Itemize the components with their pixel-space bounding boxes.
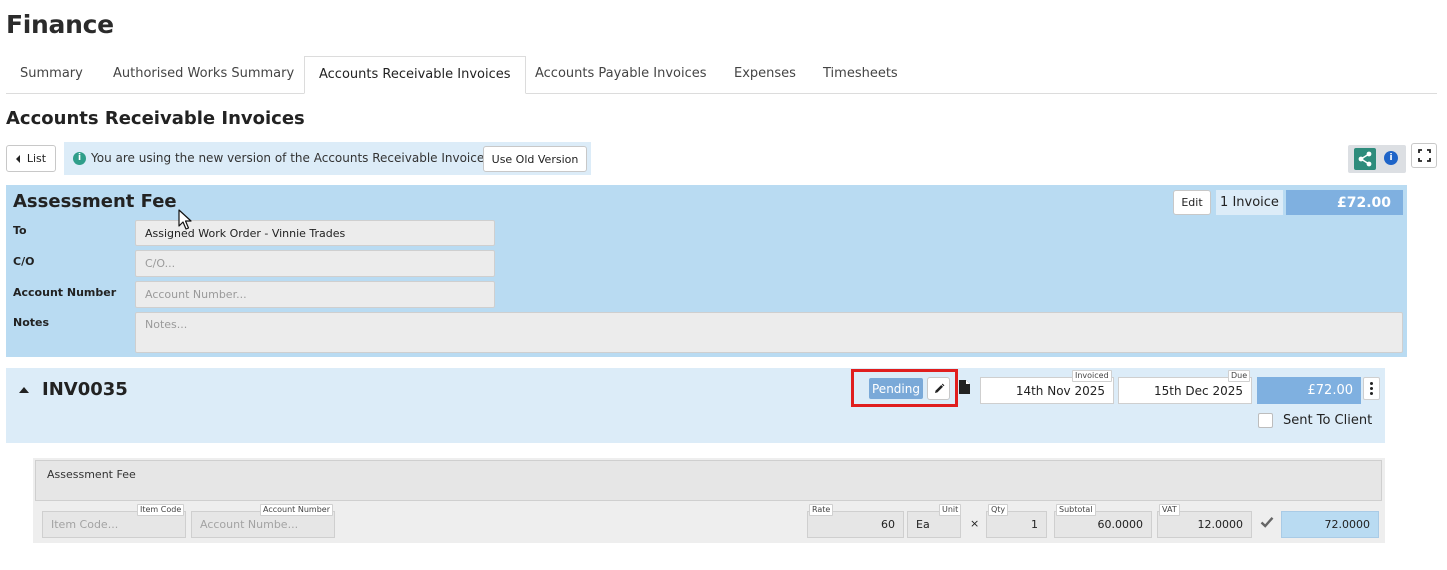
more-vertical-icon[interactable] [1363,377,1380,400]
mouse-cursor-icon [178,209,192,235]
tab-accounts-receivable-invoices[interactable]: Accounts Receivable Invoices [304,56,526,94]
info-icon[interactable]: i [1384,151,1398,165]
vat-checkbox-icon[interactable] [1260,515,1274,529]
notes-field[interactable]: Notes... [135,312,1403,353]
account-number-line-label: Account Number [260,504,333,516]
sent-to-client-label: Sent To Client [1283,413,1373,428]
invoice-header: INV0035 Pending 14th Nov 2025 Invoiced 1… [6,368,1385,443]
notes-label: Notes [13,316,50,329]
highlight-box [851,369,958,407]
info-icon: i [73,152,86,165]
co-label: C/O [13,255,35,268]
page-title: Finance [6,10,114,39]
sent-to-client-checkbox[interactable] [1258,413,1273,428]
new-version-notice: i You are using the new version of the A… [64,142,591,175]
group-title: Assessment Fee [13,191,177,212]
invoice-total: £72.00 [1257,377,1361,404]
vat-label: VAT [1159,504,1180,516]
section-title: Accounts Receivable Invoices [6,108,305,129]
to-label: To [13,224,27,237]
line-total: 72.0000 [1281,511,1379,538]
unit-label: Unit [939,504,962,516]
due-label: Due [1228,370,1251,382]
line-item: Assessment Fee Item Code... Item Code Ac… [33,458,1385,543]
item-code-label: Item Code [137,504,185,516]
share-icon[interactable] [1354,148,1376,170]
invoiced-label: Invoiced [1072,370,1112,382]
expand-icon[interactable] [1411,143,1437,168]
notice-text: You are using the new version of the Acc… [91,151,491,165]
invoice-count-badge: 1 Invoice [1216,190,1283,215]
tab-bar: Summary Authorised Works Summary Account… [6,56,1437,94]
invoice-group-panel: Assessment Fee Edit 1 Invoice £72.00 To … [6,185,1407,357]
caret-left-icon [15,154,20,163]
tab-accounts-payable-invoices[interactable]: Accounts Payable Invoices [521,56,721,94]
subtotal-label: Subtotal [1056,504,1096,516]
use-old-version-button[interactable]: Use Old Version [483,146,587,172]
tab-expenses[interactable]: Expenses [720,56,810,94]
edit-button[interactable]: Edit [1173,190,1211,215]
group-total: £72.00 [1286,190,1403,215]
document-icon[interactable] [958,379,971,395]
account-number-field[interactable]: Account Number... [135,281,495,308]
list-button[interactable]: List [6,145,56,172]
account-number-label: Account Number [13,286,117,299]
qty-label: Qty [988,504,1009,516]
tab-summary[interactable]: Summary [6,56,97,94]
multiply-sign: × [970,517,980,530]
co-field[interactable]: C/O... [135,250,495,277]
caret-up-icon[interactable] [19,387,29,393]
invoice-number: INV0035 [42,379,128,400]
tab-authorised-works-summary[interactable]: Authorised Works Summary [99,56,308,94]
list-button-label: List [26,152,47,165]
tab-timesheets[interactable]: Timesheets [809,56,912,94]
rate-label: Rate [809,504,834,516]
share-toolbar: i [1348,145,1406,173]
line-description[interactable]: Assessment Fee [35,460,1382,501]
